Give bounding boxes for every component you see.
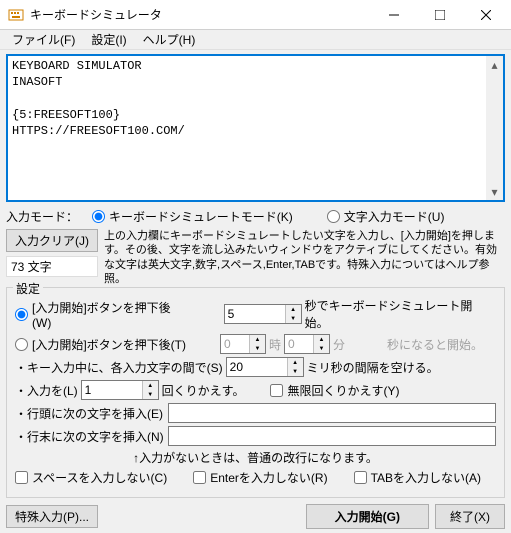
key-interval-input[interactable] [227,358,287,376]
start-after-time-radio[interactable]: [入力開始]ボタンを押下後(T) [15,336,186,353]
no-enter-label: Enterを入力しない(R) [210,469,327,486]
line-head-label: ・行頭に次の文字を挿入(E) [15,405,165,422]
spin-up-icon[interactable]: ▲ [250,335,265,344]
spin-up-icon[interactable]: ▲ [143,381,158,390]
no-tab-label: TABを入力しない(A) [371,469,481,486]
maximize-button[interactable] [417,0,463,30]
spin-up-icon[interactable]: ▲ [314,335,329,344]
exit-button[interactable]: 終了(X) [435,504,505,529]
no-enter-checkbox[interactable]: Enterを入力しない(R) [193,469,327,486]
menu-help[interactable]: ヘルプ(H) [135,29,204,50]
start-seconds-input[interactable] [225,305,285,323]
line-end-label: ・行末に次の文字を挿入(N) [15,428,165,445]
start-after-sec-radio[interactable]: [入力開始]ボタンを押下後(W) [15,299,190,330]
no-tab-checkbox[interactable]: TABを入力しない(A) [354,469,481,486]
hour-input[interactable] [221,335,249,353]
mode-keyboard-radio[interactable]: キーボードシミュレートモード(K) [92,208,293,225]
key-interval-spinner[interactable]: ▲▼ [226,357,304,377]
app-icon [8,7,24,23]
infinite-repeat-checkbox[interactable]: 無限回くりかえす(Y) [270,382,399,399]
scrollbar[interactable]: ▴ ▾ [486,56,503,200]
no-space-checkbox[interactable]: スペースを入力しない(C) [15,469,167,486]
infinite-repeat-label: 無限回くりかえす(Y) [287,382,399,399]
start-seconds-spinner[interactable]: ▲▼ [224,304,302,324]
spin-up-icon[interactable]: ▲ [288,358,303,367]
start-button[interactable]: 入力開始(G) [306,504,429,529]
minute-input[interactable] [285,335,313,353]
settings-group-title: 設定 [13,280,43,297]
start-after-sec-label: [入力開始]ボタンを押下後(W) [32,299,190,330]
repeat-input[interactable] [82,381,142,399]
clear-input-button[interactable]: 入力クリア(J) [6,229,98,252]
key-interval-suffix: ミリ秒の間隔を空ける。 [307,359,439,376]
repeat-suffix: 回くりかえす。 [162,382,245,399]
close-button[interactable] [463,0,509,30]
start-after-time-label: [入力開始]ボタンを押下後(T) [32,336,186,353]
key-interval-label: ・キー入力中に、各入力文字の間で(S) [15,359,223,376]
spin-up-icon[interactable]: ▲ [286,305,301,314]
mode-label: 入力モード： [6,208,78,225]
mode-keyboard-label: キーボードシミュレートモード(K) [109,208,293,225]
minute-unit: 分 [333,336,345,353]
time-suffix: 秒になると開始。 [387,336,483,353]
spin-down-icon[interactable]: ▼ [286,314,301,323]
start-seconds-suffix: 秒でキーボードシミュレート開始。 [305,297,496,331]
instruction-text: 上の入力欄にキーボードシミュレートしたい文字を入力し、[入力開始]を押します。そ… [104,229,505,286]
spin-down-icon[interactable]: ▼ [250,344,265,353]
minimize-button[interactable] [371,0,417,30]
input-textarea[interactable] [8,56,486,200]
hour-unit: 時 [269,336,281,353]
line-head-input[interactable] [168,403,496,423]
menu-file[interactable]: ファイル(F) [4,29,83,50]
minute-spinner[interactable]: ▲▼ [284,334,330,354]
special-input-button[interactable]: 特殊入力(P)... [6,505,98,528]
insert-hint: ↑入力がないときは、普通の改行になります。 [15,449,496,466]
scroll-up-icon[interactable]: ▴ [486,56,503,73]
window-title: キーボードシミュレータ [30,6,371,23]
spin-down-icon[interactable]: ▼ [314,344,329,353]
no-space-label: スペースを入力しない(C) [32,469,167,486]
spin-down-icon[interactable]: ▼ [288,367,303,376]
scroll-down-icon[interactable]: ▾ [486,183,503,200]
mode-text-radio[interactable]: 文字入力モード(U) [327,208,445,225]
mode-text-label: 文字入力モード(U) [344,208,445,225]
char-count: 73 文字 [6,256,98,277]
spin-down-icon[interactable]: ▼ [143,390,158,399]
menu-settings[interactable]: 設定(I) [83,29,134,50]
line-end-input[interactable] [168,426,496,446]
hour-spinner[interactable]: ▲▼ [220,334,266,354]
repeat-label: ・入力を(L) [15,382,78,399]
repeat-spinner[interactable]: ▲▼ [81,380,159,400]
